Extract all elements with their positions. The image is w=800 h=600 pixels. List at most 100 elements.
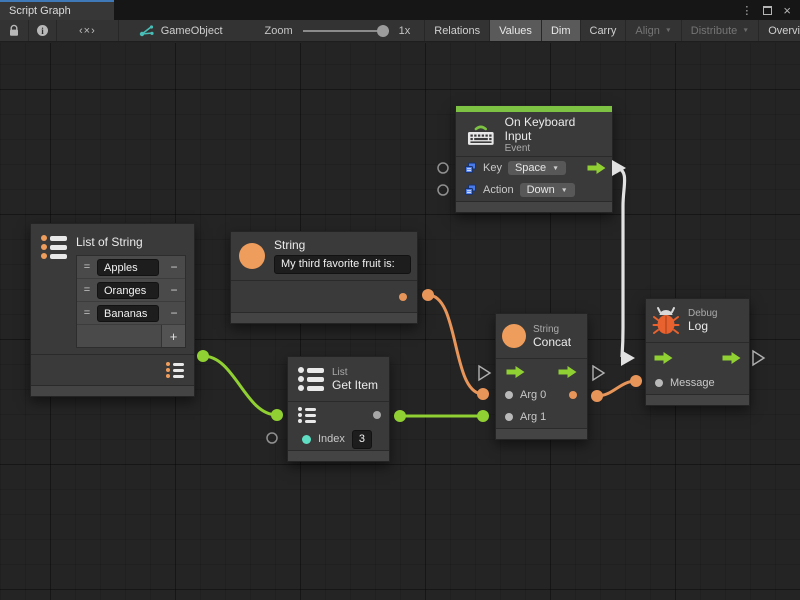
message-input-port[interactable] xyxy=(655,379,663,387)
list-icon xyxy=(298,367,324,391)
node-list-of-string[interactable]: List of String = Apples − = Oranges − = xyxy=(30,223,195,397)
window-menu-icon[interactable]: ⋮ xyxy=(741,4,752,17)
node-footer xyxy=(646,394,749,405)
node-get-item[interactable]: List Get Item Index 3 xyxy=(287,356,390,462)
node-title: List of String xyxy=(76,235,186,249)
remove-item-button[interactable]: − xyxy=(163,283,185,297)
wire-concat-to-log[interactable] xyxy=(597,381,636,396)
toolbar-button-relations[interactable]: Relations xyxy=(425,20,490,41)
key-outer-port[interactable] xyxy=(438,163,448,173)
wire-start-arrow xyxy=(612,160,626,176)
arg0-label: Arg 0 xyxy=(520,389,546,401)
node-title: Get Item xyxy=(332,378,378,392)
toolbar-button-distribute[interactable]: Distribute ▼ xyxy=(682,20,759,41)
list-item-field[interactable]: Bananas xyxy=(97,305,159,322)
zoom-slider[interactable] xyxy=(303,30,389,32)
graph-canvas[interactable]: List of String = Apples − = Oranges − = xyxy=(0,43,800,600)
list-item-field[interactable]: Apples xyxy=(97,259,159,276)
chevron-down-icon: ▼ xyxy=(552,165,559,171)
string-value-field[interactable]: My third favorite fruit is: xyxy=(274,255,411,274)
string-type-icon xyxy=(239,243,265,269)
wire-endpoint xyxy=(422,289,434,301)
tab-title: Script Graph xyxy=(9,5,71,17)
log-flow-out-marker[interactable] xyxy=(753,351,764,365)
action-dropdown[interactable]: Down ▼ xyxy=(520,183,575,197)
drag-handle-icon[interactable]: = xyxy=(77,261,97,273)
close-icon[interactable]: × xyxy=(783,4,791,17)
port-label-action: Action xyxy=(483,184,514,196)
lock-icon xyxy=(8,24,20,37)
node-concat[interactable]: String Concat Arg 0 Arg 1 xyxy=(495,313,588,440)
action-outer-port[interactable] xyxy=(438,185,448,195)
add-item-button[interactable]: + xyxy=(161,325,185,347)
flow-output-port[interactable] xyxy=(558,366,577,378)
zoom-slider-handle[interactable] xyxy=(377,25,389,37)
node-string-literal[interactable]: String My third favorite fruit is: xyxy=(230,231,418,324)
wire-endpoint xyxy=(197,350,209,362)
node-footer xyxy=(456,201,612,212)
zoom-label: Zoom xyxy=(265,25,293,37)
edit-source-button[interactable]: ‹×› xyxy=(57,20,119,41)
index-input-port[interactable] xyxy=(302,435,311,444)
node-category: String xyxy=(533,324,571,335)
node-title: On Keyboard Input xyxy=(505,115,604,143)
toolbar-button-overview[interactable]: Overview xyxy=(759,20,800,41)
wire-endpoint xyxy=(630,375,642,387)
toolbar-button-values[interactable]: Values xyxy=(490,20,542,41)
graph-target-label: GameObject xyxy=(161,25,223,37)
lock-button[interactable] xyxy=(0,20,29,41)
result-output-port[interactable] xyxy=(569,391,577,399)
wire-list-to-getitem[interactable] xyxy=(203,356,277,415)
concat-flow-out-marker[interactable] xyxy=(593,366,604,380)
toolbar-button-carry[interactable]: Carry xyxy=(581,20,627,41)
wire-endpoint xyxy=(591,390,603,402)
list-output-port-icon[interactable] xyxy=(166,362,184,378)
drag-handle-icon[interactable]: = xyxy=(77,307,97,319)
title-bar: Script Graph ⋮ × xyxy=(0,0,800,20)
remove-item-button[interactable]: − xyxy=(163,306,185,320)
arg0-input-port[interactable] xyxy=(505,391,513,399)
flow-output-port[interactable] xyxy=(722,352,741,364)
arg1-input-port[interactable] xyxy=(505,413,513,421)
toolbar-button-align[interactable]: Align ▼ xyxy=(626,20,681,41)
wire-endpoint xyxy=(477,410,489,422)
tab-script-graph[interactable]: Script Graph xyxy=(0,0,114,20)
index-outer-port[interactable] xyxy=(267,433,277,443)
node-on-keyboard-input[interactable]: On Keyboard Input Event Key Space ▼ xyxy=(455,105,613,213)
item-output-port[interactable] xyxy=(373,411,381,419)
list-input-port-icon[interactable] xyxy=(298,407,316,423)
list-editor: = Apples − = Oranges − = Bananas − xyxy=(76,255,186,348)
node-title: Log xyxy=(688,319,717,333)
keyboard-icon xyxy=(466,122,496,147)
wire-control-keyboard-to-log[interactable] xyxy=(618,168,625,357)
port-label-key: Key xyxy=(483,162,502,174)
node-footer xyxy=(288,450,389,461)
list-item-field[interactable]: Oranges xyxy=(97,282,159,299)
key-dropdown[interactable]: Space ▼ xyxy=(508,161,566,175)
node-footer xyxy=(31,385,194,396)
graph-hierarchy-icon xyxy=(139,24,154,37)
node-subtitle: Event xyxy=(505,143,604,154)
maximize-icon[interactable] xyxy=(763,6,772,15)
inspect-button[interactable]: i xyxy=(29,20,57,41)
flow-input-port[interactable] xyxy=(506,366,525,378)
remove-item-button[interactable]: − xyxy=(163,260,185,274)
node-debug-log[interactable]: Debug Log Message xyxy=(645,298,750,406)
node-category: List xyxy=(332,367,378,378)
concat-flow-in-marker[interactable] xyxy=(479,366,490,380)
node-title: Concat xyxy=(533,335,571,349)
wire-string-to-concat[interactable] xyxy=(428,295,483,394)
flow-output-port[interactable] xyxy=(587,162,606,174)
chevron-down-icon: ▼ xyxy=(561,187,568,193)
code-icon: ‹×› xyxy=(79,25,96,37)
string-output-port[interactable] xyxy=(399,293,407,301)
drag-handle-icon[interactable]: = xyxy=(77,284,97,296)
chevron-down-icon: ▼ xyxy=(665,27,672,33)
toolbar-button-dim[interactable]: Dim xyxy=(542,20,581,41)
graph-target[interactable]: GameObject xyxy=(119,20,237,41)
info-icon: i xyxy=(37,25,48,36)
index-field[interactable]: 3 xyxy=(352,430,372,449)
list-item-row: = Apples − xyxy=(77,256,185,279)
arg1-label: Arg 1 xyxy=(520,411,546,423)
flow-input-port[interactable] xyxy=(654,352,673,364)
